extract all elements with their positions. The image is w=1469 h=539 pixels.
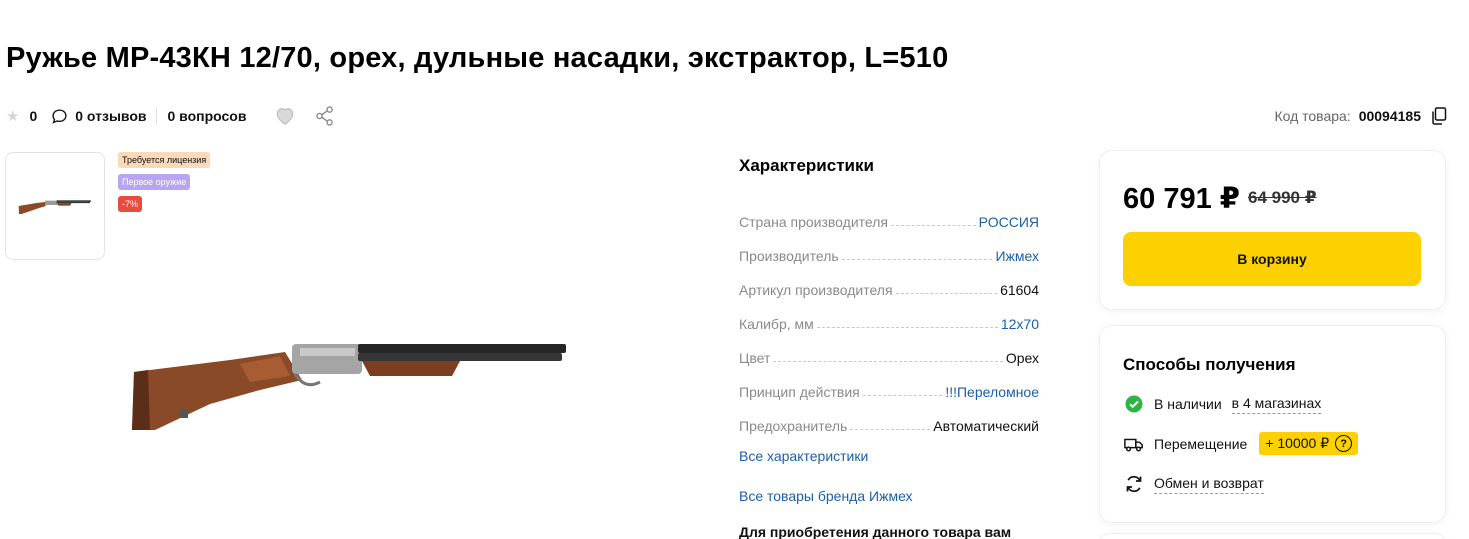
old-price: 64 990 ₽	[1248, 188, 1317, 207]
shotgun-thumbnail-image	[18, 200, 91, 214]
spec-row: Производитель Ижмех	[739, 230, 1039, 264]
dotted-leader	[850, 429, 931, 430]
spec-value: Автоматический	[933, 418, 1039, 434]
spec-key: Принцип действия	[739, 384, 860, 400]
shotgun-product-image[interactable]	[120, 320, 580, 440]
share-icon[interactable]	[314, 105, 336, 127]
spec-key: Предохранитель	[739, 418, 848, 434]
exchange-row: Обмен и возврат	[1124, 474, 1264, 494]
dotted-leader	[773, 361, 1003, 362]
add-to-cart-button[interactable]: В корзину	[1123, 232, 1421, 286]
price-card: 60 791 ₽ 64 990 ₽ В корзину	[1100, 151, 1445, 309]
dotted-leader	[862, 395, 943, 396]
refresh-icon	[1124, 474, 1144, 494]
spec-value-link[interactable]: 12х70	[1001, 316, 1039, 332]
truck-icon	[1124, 434, 1144, 454]
product-meta-row: ★ 0 0 отзывов 0 вопросов	[6, 104, 336, 128]
spec-row: Артикул производителя 61604	[739, 264, 1039, 298]
dotted-leader	[841, 259, 993, 260]
spec-value-link[interactable]: Ижмех	[995, 248, 1039, 264]
in-stock-row: В наличии в 4 магазинах	[1124, 394, 1322, 414]
dotted-leader	[816, 327, 998, 328]
spec-key: Страна производителя	[739, 214, 888, 230]
product-badges: Требуется лицензия Первое оружие -7%	[118, 152, 211, 212]
heart-icon[interactable]	[274, 106, 296, 126]
gallery-thumbnail[interactable]	[5, 152, 105, 260]
spec-value: Орех	[1005, 350, 1039, 366]
discount-badge: -7%	[118, 196, 143, 212]
surcharge-value: + 10000 ₽	[1265, 435, 1330, 451]
transfer-surcharge-badge: + 10000 ₽ ?	[1259, 432, 1359, 455]
spec-row: Страна производителя РОССИЯ	[739, 196, 1039, 230]
product-code-label: Код товара:	[1274, 108, 1351, 124]
spec-value-link[interactable]: !!!Переломное	[945, 384, 1039, 400]
all-characteristics-link[interactable]: Все характеристики	[739, 448, 1039, 464]
questions-link[interactable]: 0 вопросов	[167, 108, 246, 124]
delivery-heading: Способы получения	[1123, 355, 1296, 374]
spec-row: Предохранитель Автоматический	[739, 400, 1039, 434]
characteristics-heading: Характеристики	[739, 156, 874, 175]
spec-row: Калибр, мм 12х70	[739, 298, 1039, 332]
license-required-badge: Требуется лицензия	[118, 152, 211, 168]
reviews-link[interactable]: 0 отзывов	[75, 108, 146, 124]
spec-value-link[interactable]: РОССИЯ	[979, 214, 1039, 230]
dotted-leader	[895, 293, 998, 294]
next-card-edge	[1100, 534, 1445, 539]
stores-link[interactable]: в 4 магазинах	[1231, 395, 1322, 414]
characteristics-section: Характеристики Страна производителя РОССИ…	[739, 156, 1039, 539]
rating-value[interactable]: 0	[29, 108, 37, 124]
spec-key: Калибр, мм	[739, 316, 814, 332]
copy-icon[interactable]	[1431, 107, 1447, 125]
spec-key: Производитель	[739, 248, 839, 264]
in-stock-label: В наличии	[1154, 396, 1222, 412]
spec-value: 61604	[1000, 282, 1039, 298]
spec-key: Артикул производителя	[739, 282, 893, 298]
purchase-note: Для приобретения данного товара вам	[739, 524, 1012, 539]
divider	[156, 107, 158, 125]
dotted-leader	[890, 225, 976, 226]
page-title: Ружье МР-43КН 12/70, орех, дульные насад…	[6, 42, 949, 74]
transfer-row: Перемещение + 10000 ₽ ?	[1124, 432, 1359, 455]
product-code: Код товара: 00094185	[1274, 104, 1447, 128]
exchange-return-link[interactable]: Обмен и возврат	[1154, 475, 1264, 494]
product-code-value: 00094185	[1358, 108, 1421, 124]
transfer-label: Перемещение	[1154, 435, 1248, 452]
delivery-card: Способы получения В наличии в 4 магазина…	[1100, 326, 1445, 522]
check-circle-icon	[1124, 394, 1144, 414]
comment-icon	[52, 108, 67, 124]
spec-row: Цвет Орех	[739, 332, 1039, 366]
first-weapon-badge: Первое оружие	[118, 174, 191, 190]
brand-products-link[interactable]: Все товары бренда Ижмех	[739, 488, 1039, 504]
spec-key: Цвет	[739, 350, 771, 366]
spec-row: Принцип действия !!!Переломное	[739, 366, 1039, 400]
star-icon: ★	[6, 108, 20, 125]
help-icon[interactable]: ?	[1335, 435, 1353, 452]
current-price: 60 791 ₽	[1123, 183, 1240, 215]
